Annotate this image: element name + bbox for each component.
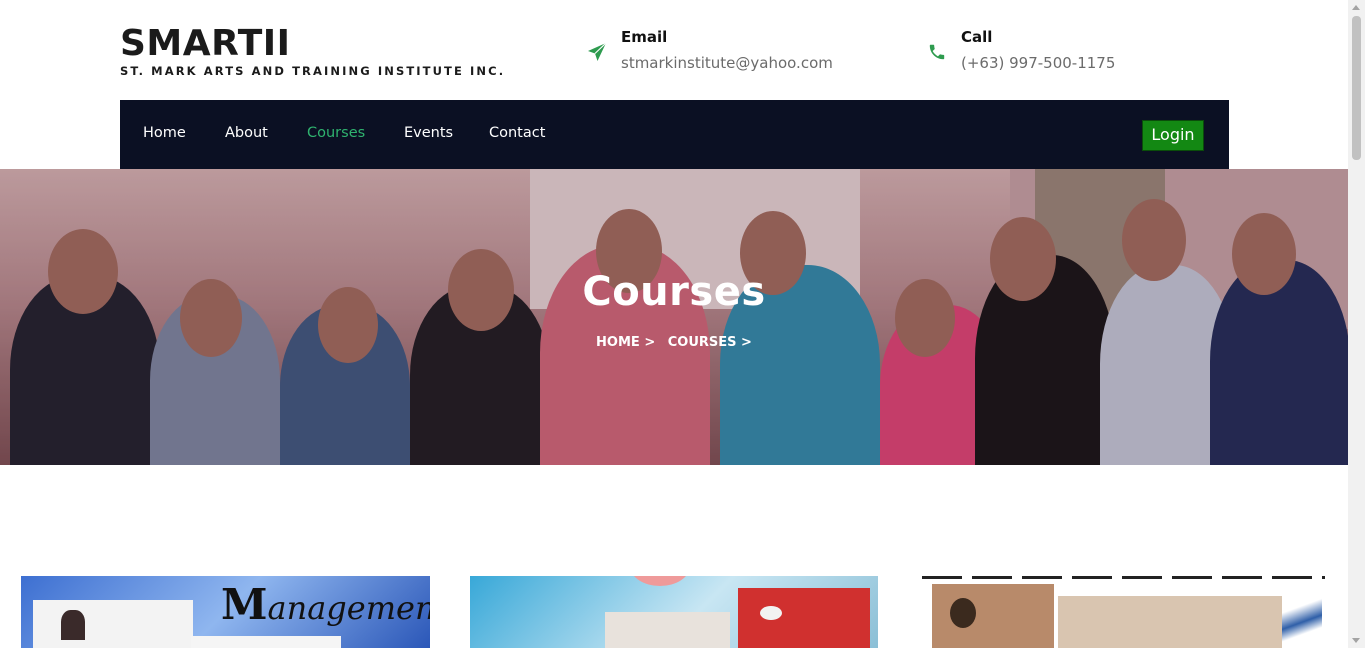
scroll-down-arrow-icon[interactable]: [1352, 638, 1360, 643]
call-value[interactable]: (+63) 997-500-1175: [961, 54, 1115, 72]
course-banner-text: Management: [221, 580, 430, 629]
breadcrumb-courses[interactable]: COURSES >: [668, 335, 752, 350]
page-title: Courses: [582, 269, 766, 315]
course-banner-swoosh: [1282, 580, 1322, 648]
course-photo: [1058, 596, 1282, 648]
page-scrollbar[interactable]: [1348, 0, 1365, 648]
site-brand[interactable]: SMARTII ST. MARK ARTS AND TRAINING INSTI…: [120, 23, 506, 79]
course-banner-initial: M: [221, 580, 268, 629]
breadcrumb-home[interactable]: HOME >: [596, 335, 655, 350]
scrollbar-thumb[interactable]: [1352, 16, 1361, 160]
email-contact: Email stmarkinstitute@yahoo.com: [585, 27, 833, 72]
main-navbar: Home About Courses Events Contact Login: [120, 100, 1229, 169]
course-card-food-service[interactable]: [470, 576, 878, 648]
scroll-up-arrow-icon[interactable]: [1352, 5, 1360, 10]
course-banner-rest: anagement: [267, 589, 431, 627]
breadcrumb: HOME > COURSES >: [0, 335, 1348, 350]
course-photo-dish: [760, 606, 782, 620]
call-contact: Call (+63) 997-500-1175: [925, 27, 1115, 72]
hero-overlay: [0, 169, 1348, 465]
course-card-front-office[interactable]: [922, 576, 1325, 648]
nav-home[interactable]: Home: [143, 125, 186, 141]
course-photo-plate: [630, 576, 690, 586]
email-value[interactable]: stmarkinstitute@yahoo.com: [621, 54, 833, 72]
course-photo-figure: [61, 610, 85, 640]
brand-title: SMARTII: [120, 23, 291, 64]
course-card-management[interactable]: Management: [21, 576, 430, 648]
course-photo: [605, 612, 730, 648]
course-banner-strip: [922, 576, 1325, 579]
nav-contact[interactable]: Contact: [489, 125, 545, 141]
course-photo-table: [738, 588, 870, 648]
brand-subtitle: ST. MARK ARTS AND TRAINING INSTITUTE INC…: [120, 64, 506, 78]
nav-courses[interactable]: Courses: [307, 125, 365, 141]
phone-icon: [929, 44, 945, 60]
nav-about[interactable]: About: [225, 125, 268, 141]
email-label: Email: [621, 28, 668, 46]
hero-banner: Courses HOME > COURSES >: [0, 169, 1348, 465]
paper-plane-icon: [588, 42, 607, 61]
course-photo: [33, 600, 193, 648]
nav-events[interactable]: Events: [404, 125, 453, 141]
login-button[interactable]: Login: [1142, 120, 1204, 151]
course-photo: [191, 636, 341, 648]
course-photo-figure: [950, 598, 976, 628]
call-label: Call: [961, 28, 993, 46]
